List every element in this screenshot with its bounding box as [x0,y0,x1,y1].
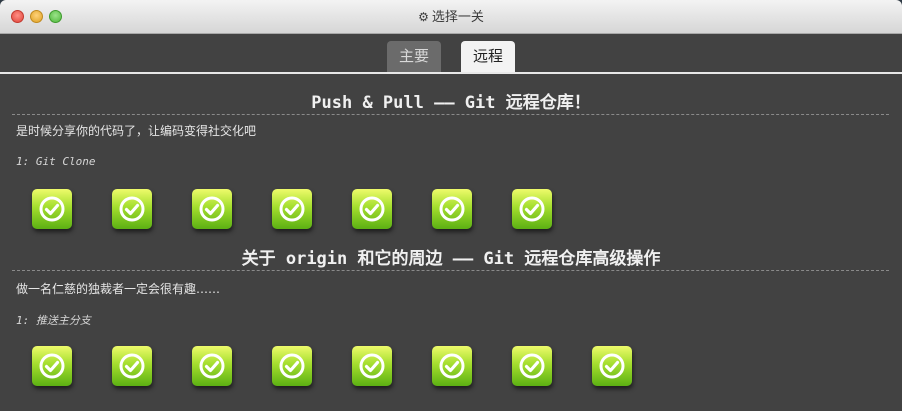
checkmark-icon [199,196,225,222]
checkmark-icon [519,196,545,222]
tab-remote[interactable]: 远程 [461,41,515,72]
checkmark-icon [119,196,145,222]
section-description: 做一名仁慈的独裁者一定会很有趣…… [16,282,221,296]
level-button[interactable] [112,346,152,386]
level-button[interactable] [432,346,472,386]
level-button[interactable] [32,189,72,229]
section-subtitle: 1: Git Clone [16,155,96,168]
level-button[interactable] [272,346,312,386]
level-button[interactable] [512,189,552,229]
level-button[interactable] [272,189,312,229]
level-button[interactable] [32,346,72,386]
checkmark-icon [279,353,305,379]
checkmark-icon [519,353,545,379]
window-title-text: 选择一关 [431,10,484,25]
level-button[interactable] [592,346,632,386]
section-divider [12,270,889,271]
section-title-origin: 关于 origin 和它的周边 —— Git 远程仓库高级操作 [241,249,661,269]
checkmark-icon [199,353,225,379]
level-button[interactable] [352,189,392,229]
checkmark-icon [39,196,65,222]
checkmark-icon [439,196,465,222]
level-button[interactable] [352,346,392,386]
section-subtitle: 1: 推送主分支 [16,314,91,327]
window-title: ⚙ 选择一关 [0,9,902,26]
section-title-push-pull: Push & Pull —— Git 远程仓库！ [311,93,591,113]
gear-icon: ⚙ [418,10,429,24]
checkmark-icon [359,353,385,379]
tab-bar: 主要 远程 [0,41,902,74]
checkmark-icon [119,353,145,379]
section-description: 是时候分享你的代码了，让编码变得社交化吧 [16,124,257,138]
level-select-window: ⚙ 选择一关 主要 远程 Push & Pull —— Git 远程仓库！ 是时候… [0,0,902,411]
checkmark-icon [439,353,465,379]
level-button[interactable] [512,346,552,386]
checkmark-icon [599,353,625,379]
level-button[interactable] [192,346,232,386]
level-button[interactable] [192,189,232,229]
checkmark-icon [279,196,305,222]
checkmark-icon [359,196,385,222]
section-divider [12,114,889,115]
checkmark-icon [39,353,65,379]
level-button[interactable] [112,189,152,229]
title-bar: ⚙ 选择一关 [0,0,902,34]
tab-main[interactable]: 主要 [387,41,441,72]
level-button[interactable] [432,189,472,229]
